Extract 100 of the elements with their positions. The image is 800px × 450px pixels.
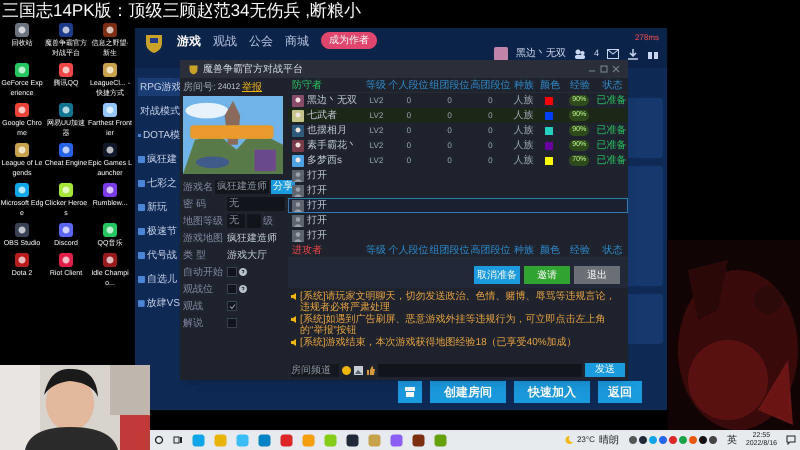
notification-icon[interactable] bbox=[786, 435, 796, 445]
app-icon[interactable] bbox=[14, 22, 30, 38]
checkbox[interactable] bbox=[227, 318, 237, 328]
mode-icon bbox=[138, 156, 145, 162]
nav-tab[interactable]: 公会 bbox=[249, 32, 273, 50]
column-header: 颜色 bbox=[539, 244, 561, 258]
app-icon[interactable] bbox=[346, 434, 359, 446]
app-icon[interactable] bbox=[58, 142, 74, 158]
checkbox[interactable] bbox=[227, 284, 237, 294]
column-header: 组团段位 bbox=[429, 78, 470, 92]
app-icon[interactable] bbox=[102, 182, 118, 198]
sidebar-item[interactable]: 疯狂建 bbox=[138, 150, 180, 168]
open-slot[interactable]: 打开 bbox=[288, 213, 628, 228]
tray-icons-drawing[interactable] bbox=[628, 435, 718, 445]
app-icon[interactable] bbox=[102, 102, 118, 118]
maximize-icon[interactable] bbox=[600, 65, 608, 73]
column-header: 个人段位 bbox=[388, 78, 429, 92]
app-icon[interactable] bbox=[58, 62, 74, 78]
task-view-icon[interactable] bbox=[173, 435, 183, 445]
window-title: 魔兽争霸官方对战平台 bbox=[203, 62, 303, 76]
app-icon[interactable] bbox=[14, 142, 30, 158]
ime-indicator[interactable]: 英 bbox=[726, 432, 737, 448]
checkbox[interactable] bbox=[227, 301, 237, 311]
open-slot[interactable]: 打开 bbox=[288, 198, 628, 213]
search-icon[interactable] bbox=[154, 435, 164, 445]
app-icon[interactable] bbox=[58, 252, 74, 268]
app-icon[interactable] bbox=[14, 102, 30, 118]
table-cell-text: 0 bbox=[406, 110, 412, 122]
app-icon[interactable] bbox=[14, 222, 30, 238]
open-slot[interactable]: 打开 bbox=[288, 228, 628, 243]
report-link[interactable]: 举报 bbox=[242, 80, 262, 94]
mail-icon[interactable] bbox=[607, 48, 619, 58]
person-silhouette-icon bbox=[292, 184, 304, 196]
app-icon[interactable] bbox=[14, 62, 30, 78]
avatar-icon[interactable] bbox=[494, 46, 508, 60]
sidebar-item[interactable]: 放肆VS bbox=[138, 294, 180, 312]
sidebar-item[interactable]: 自选儿 bbox=[138, 270, 180, 288]
help-icon[interactable] bbox=[239, 268, 247, 276]
app-icon[interactable] bbox=[58, 22, 74, 38]
app-icon[interactable] bbox=[412, 434, 425, 446]
mode-icon bbox=[138, 300, 145, 306]
system-message: [系统]请玩家文明聊天，切勿发送政治、色情、赌博、辱骂等违规言论，违规者必将严肃处理 bbox=[300, 291, 617, 313]
channel-select[interactable]: 房间频道 bbox=[291, 364, 339, 376]
thumb-icon[interactable] bbox=[366, 366, 375, 374]
user-name[interactable]: 黑边丶无双 bbox=[516, 46, 566, 61]
table-cell-text: 0 bbox=[446, 94, 453, 106]
sidebar-item[interactable]: 新玩 bbox=[138, 198, 180, 216]
table-cell-text: LV2 bbox=[368, 110, 384, 122]
app-icon[interactable] bbox=[102, 142, 118, 158]
app-icon[interactable] bbox=[14, 252, 30, 268]
app-icon[interactable] bbox=[14, 182, 30, 198]
player-name: 素手霸花丶 bbox=[307, 138, 357, 153]
close-icon[interactable] bbox=[612, 65, 620, 73]
table-cell-text: 0 bbox=[446, 124, 453, 136]
app-icon[interactable] bbox=[58, 222, 74, 238]
app-icon[interactable] bbox=[102, 62, 118, 78]
column-header: 组团段位 bbox=[429, 244, 470, 258]
checkbox[interactable] bbox=[227, 267, 237, 277]
store-button[interactable] bbox=[398, 381, 422, 403]
help-icon[interactable] bbox=[239, 285, 247, 293]
download-icon[interactable] bbox=[627, 48, 639, 60]
status-text: 已准备 bbox=[596, 124, 627, 138]
sidebar-item[interactable]: 七彩之 bbox=[138, 174, 180, 192]
room-number: 24012 bbox=[218, 81, 240, 93]
person-silhouette-icon bbox=[292, 200, 304, 212]
sidebar-item[interactable]: 对战模式 bbox=[138, 102, 180, 120]
field-label: 游戏名 bbox=[183, 180, 213, 194]
check-icon bbox=[228, 302, 236, 310]
image-icon[interactable] bbox=[354, 366, 363, 374]
table-cell-text: 0 bbox=[487, 140, 494, 152]
field-value: 游戏大厅 bbox=[227, 248, 267, 262]
nav-tab[interactable]: 商城 bbox=[285, 32, 309, 50]
input-field[interactable]: 疯狂建造师 bbox=[215, 180, 269, 194]
nav-tab[interactable]: 观战 bbox=[213, 32, 237, 50]
table-cell-text: 0 bbox=[406, 140, 412, 152]
sidebar-item[interactable]: 代号战 bbox=[138, 246, 180, 264]
app-icon[interactable] bbox=[102, 22, 118, 38]
person-silhouette-icon bbox=[292, 170, 304, 182]
emoji-icon[interactable] bbox=[342, 366, 351, 374]
nav-tab[interactable]: 游戏 bbox=[177, 32, 201, 50]
column-header: 种族 bbox=[513, 244, 535, 258]
table-cell-text: 0 bbox=[487, 124, 494, 136]
table-cell-text: 0 bbox=[487, 154, 494, 166]
app-icon[interactable] bbox=[58, 182, 74, 198]
app-icon[interactable] bbox=[102, 222, 118, 238]
speaker-icon bbox=[291, 339, 298, 346]
input-field[interactable]: 无 bbox=[227, 197, 285, 211]
store-icon bbox=[404, 386, 416, 398]
field-label: 游戏地图 bbox=[183, 232, 224, 246]
column-header: 经验 bbox=[569, 244, 591, 258]
field-label: 密 码 bbox=[183, 198, 207, 212]
people-icon[interactable] bbox=[574, 48, 586, 60]
table-cell-text: LV2 bbox=[368, 94, 384, 106]
sidebar-item[interactable]: DOTA模 bbox=[138, 126, 180, 144]
sidebar-item[interactable]: 极速节 bbox=[138, 222, 180, 240]
app-icon[interactable] bbox=[58, 102, 74, 118]
column-header: 高团段位 bbox=[470, 244, 511, 258]
author-badge[interactable]: 成为作者 bbox=[321, 32, 377, 49]
level-select[interactable]: 无 bbox=[227, 214, 245, 228]
app-icon[interactable] bbox=[102, 252, 118, 268]
